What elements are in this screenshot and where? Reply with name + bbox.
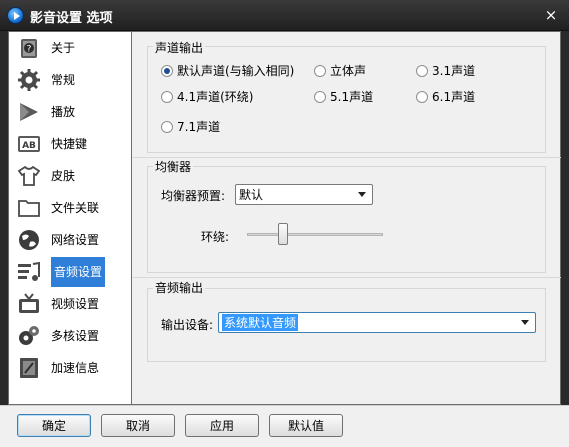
restore-defaults-button[interactable]: 默认值 — [269, 414, 343, 437]
sidebar-item-label: 网络设置 — [51, 233, 100, 247]
radio-dot — [161, 64, 173, 77]
chevron-down-icon — [358, 192, 366, 197]
window-title: 影音设置 选项 — [30, 11, 113, 26]
eq-preset-select[interactable]: 默认 — [235, 184, 373, 205]
output-device-label: 输出设备: — [161, 318, 214, 332]
keyboard-icon: AB — [17, 132, 41, 156]
radio-label: 默认声道(与输入相同) — [177, 64, 295, 78]
radio-label: 4.1声道(环绕) — [177, 90, 254, 104]
radio-label: 6.1声道 — [432, 90, 476, 104]
sidebar: ? 关于 常规 播放 AB 快捷键 皮肤 文件关联 网络设置 音频设置 视频设置… — [8, 31, 132, 405]
radio-dot — [314, 90, 326, 103]
radio-channel-7-1[interactable]: 7.1声道 — [161, 118, 220, 135]
video-icon — [17, 292, 41, 316]
divider — [132, 277, 561, 278]
radio-label: 3.1声道 — [432, 64, 476, 78]
options-dialog: 影音设置 选项 × ? 关于 常规 播放 AB 快捷键 皮肤 文件关联 网络设置… — [0, 0, 569, 447]
surround-slider-thumb[interactable] — [278, 223, 288, 245]
radio-channel-4-1[interactable]: 4.1声道(环绕) — [161, 88, 253, 105]
group-title: 均衡器 — [153, 158, 194, 175]
sidebar-item-label: 视频设置 — [51, 297, 100, 311]
radio-channel-6-1[interactable]: 6.1声道 — [416, 88, 475, 105]
close-button[interactable]: × — [542, 6, 560, 24]
sidebar-item-label: 播放 — [51, 105, 76, 119]
eq-preset-value: 默认 — [239, 188, 264, 202]
radio-dot — [416, 90, 428, 103]
sidebar-item-hotkeys[interactable]: AB 快捷键 — [13, 130, 125, 158]
radio-label: 5.1声道 — [330, 90, 374, 104]
sidebar-item-playback[interactable]: 播放 — [13, 98, 125, 126]
radio-channel-stereo[interactable]: 立体声 — [314, 62, 366, 79]
radio-dot — [161, 120, 173, 133]
equalizer-group — [147, 166, 546, 273]
network-icon — [17, 228, 41, 252]
tshirt-icon — [17, 164, 41, 188]
sidebar-item-label: 音频设置 — [51, 257, 106, 287]
radio-label: 立体声 — [330, 64, 367, 78]
group-title: 音频输出 — [153, 279, 206, 296]
multicore-icon — [17, 324, 41, 348]
about-icon: ? — [17, 36, 41, 60]
sidebar-item-label: 加速信息 — [51, 361, 100, 375]
radio-dot — [416, 64, 428, 77]
title-bar: 影音设置 选项 × — [0, 0, 569, 31]
sidebar-item-label: 皮肤 — [51, 169, 76, 183]
sidebar-item-skin[interactable]: 皮肤 — [13, 162, 125, 190]
radio-dot — [161, 90, 173, 103]
sidebar-item-label: 多核设置 — [51, 329, 100, 343]
svg-text:?: ? — [27, 45, 32, 55]
divider — [132, 157, 561, 158]
chevron-down-icon — [521, 320, 529, 325]
radio-label: 7.1声道 — [177, 120, 221, 134]
sidebar-item-video[interactable]: 视频设置 — [13, 290, 125, 318]
ok-button[interactable]: 确定 — [17, 414, 91, 437]
output-device-value: 系统默认音频 — [222, 314, 299, 331]
audio-icon — [17, 260, 41, 284]
output-device-select[interactable]: 系统默认音频 — [218, 312, 536, 333]
cancel-button[interactable]: 取消 — [101, 414, 175, 437]
sidebar-item-audio[interactable]: 音频设置 — [13, 257, 125, 287]
sidebar-item-label: 文件关联 — [51, 201, 100, 215]
sidebar-item-file-assoc[interactable]: 文件关联 — [13, 194, 125, 222]
group-title: 声道输出 — [153, 39, 206, 56]
button-bar: 确定 取消 应用 默认值 — [0, 405, 569, 447]
surround-label: 环绕: — [201, 230, 230, 244]
radio-channel-default[interactable]: 默认声道(与输入相同) — [161, 62, 294, 79]
sidebar-item-label: 常规 — [51, 73, 76, 87]
folder-icon — [17, 196, 41, 220]
gear-icon — [17, 68, 41, 92]
sidebar-item-general[interactable]: 常规 — [13, 66, 125, 94]
eq-preset-label: 均衡器预置: — [161, 189, 226, 203]
app-logo-icon — [7, 7, 24, 24]
surround-slider-track[interactable] — [247, 233, 383, 236]
svg-text:AB: AB — [22, 141, 36, 151]
radio-dot — [314, 64, 326, 77]
sidebar-item-multicore[interactable]: 多核设置 — [13, 322, 125, 350]
settings-panel: 声道输出 默认声道(与输入相同) 立体声 3.1声道 4.1声道(环绕) 5.1… — [132, 31, 561, 405]
apply-button[interactable]: 应用 — [185, 414, 259, 437]
play-icon — [17, 100, 41, 124]
sidebar-item-label: 快捷键 — [51, 137, 88, 151]
accel-icon — [17, 356, 41, 380]
sidebar-item-about[interactable]: ? 关于 — [13, 34, 125, 62]
radio-channel-5-1[interactable]: 5.1声道 — [314, 88, 373, 105]
sidebar-item-accel[interactable]: 加速信息 — [13, 354, 125, 382]
sidebar-item-network[interactable]: 网络设置 — [13, 226, 125, 254]
sidebar-item-label: 关于 — [51, 41, 76, 55]
radio-channel-3-1[interactable]: 3.1声道 — [416, 62, 475, 79]
